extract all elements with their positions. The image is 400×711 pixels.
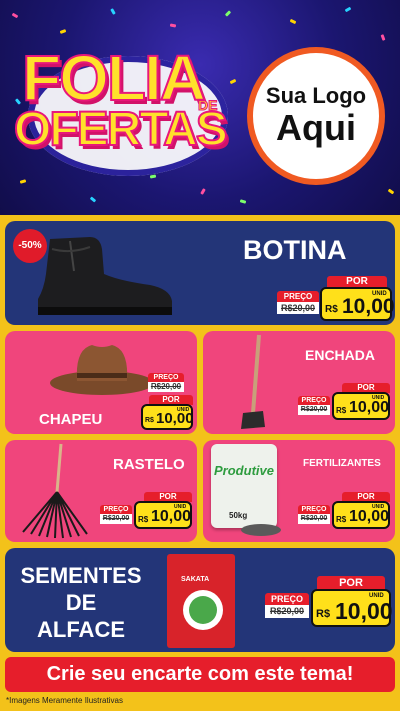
price-box: R$ 10,00 UNID (134, 501, 192, 529)
price-tag-rastelo: POR PREÇO R$20,00 R$ 10,00 UNID (100, 492, 195, 537)
price-tag-enchada: POR PREÇO R$20,00 R$ 10,00 UNID (298, 383, 393, 428)
product-name-enchada: ENCHADA (305, 347, 375, 363)
price-box: R$ 10,00 UNID (320, 287, 395, 321)
product-name-chapeu: CHAPEU (39, 411, 103, 428)
folia-de-ofertas-logo: FOLIA DE OFERTAS (8, 38, 243, 188)
price-tag-botina: POR PREÇO R$20,00 R$ 10,00 UNID (277, 276, 395, 321)
hoe-icon (241, 334, 265, 429)
price-tag-chapeu: PREÇO R$20,00 POR R$ 10,00 UNID (115, 373, 195, 431)
product-name-rastelo: RASTELO (113, 456, 185, 473)
product-card-enchada[interactable]: ENCHADA POR PREÇO R$20,00 R$ 10,00 UNID (203, 331, 395, 434)
product-name-sementes: SEMENTES DE ALFACE (20, 563, 142, 642)
price-box: R$ 10,00 UNID (311, 589, 393, 627)
fertilizer-bag-icon: Produtive 50kg (207, 444, 281, 536)
footnote: *Imagens Meramente Ilustrativas (6, 696, 123, 705)
logo-line2: Aqui (276, 107, 356, 149)
product-card-rastelo[interactable]: RASTELO POR PREÇO R$20,00 R$ 10,00 UNID (5, 440, 197, 542)
product-card-chapeu[interactable]: CHAPEU PREÇO R$20,00 POR R$ 10,00 UNID (5, 331, 197, 434)
cta-banner[interactable]: Crie seu encarte com este tema! (5, 657, 395, 692)
product-name-fertilizantes: FERTILIZANTES (303, 458, 381, 469)
product-card-botina[interactable]: -50% BOTINA POR PREÇO R$20,00 R$ 10,00 U… (5, 221, 395, 325)
rake-icon (22, 443, 88, 539)
product-card-sementes[interactable]: SEMENTES DE ALFACE SAKATA POR PREÇO R$20… (5, 548, 395, 652)
old-price: R$20,00 (277, 302, 319, 314)
price-box: R$ 10,00 UNID (141, 404, 194, 430)
header-banner: FOLIA DE OFERTAS Sua Logo Aqui (0, 0, 400, 215)
price-box: R$ 10,00 UNID (332, 501, 390, 529)
price-tag-fertilizantes: POR PREÇO R$20,00 R$ 10,00 UNID (298, 492, 393, 537)
logo-line1: Sua Logo (265, 83, 367, 109)
product-card-fertilizantes[interactable]: Produtive 50kg FERTILIZANTES POR PREÇO R… (203, 440, 395, 542)
price-box: R$ 10,00 UNID (332, 392, 390, 420)
title-ofertas: OFERTAS (13, 103, 229, 156)
brand-logo-placeholder[interactable]: Sua Logo Aqui (247, 47, 385, 185)
boot-icon (38, 237, 172, 315)
seed-pack-icon: SAKATA (167, 554, 235, 648)
price-tag-sementes: POR PREÇO R$20,00 R$ 10,00 UNID (265, 576, 393, 648)
title-folia: FOLIA (21, 42, 207, 114)
product-name-botina: BOTINA (243, 235, 347, 265)
preco-label: PREÇO (277, 291, 319, 302)
